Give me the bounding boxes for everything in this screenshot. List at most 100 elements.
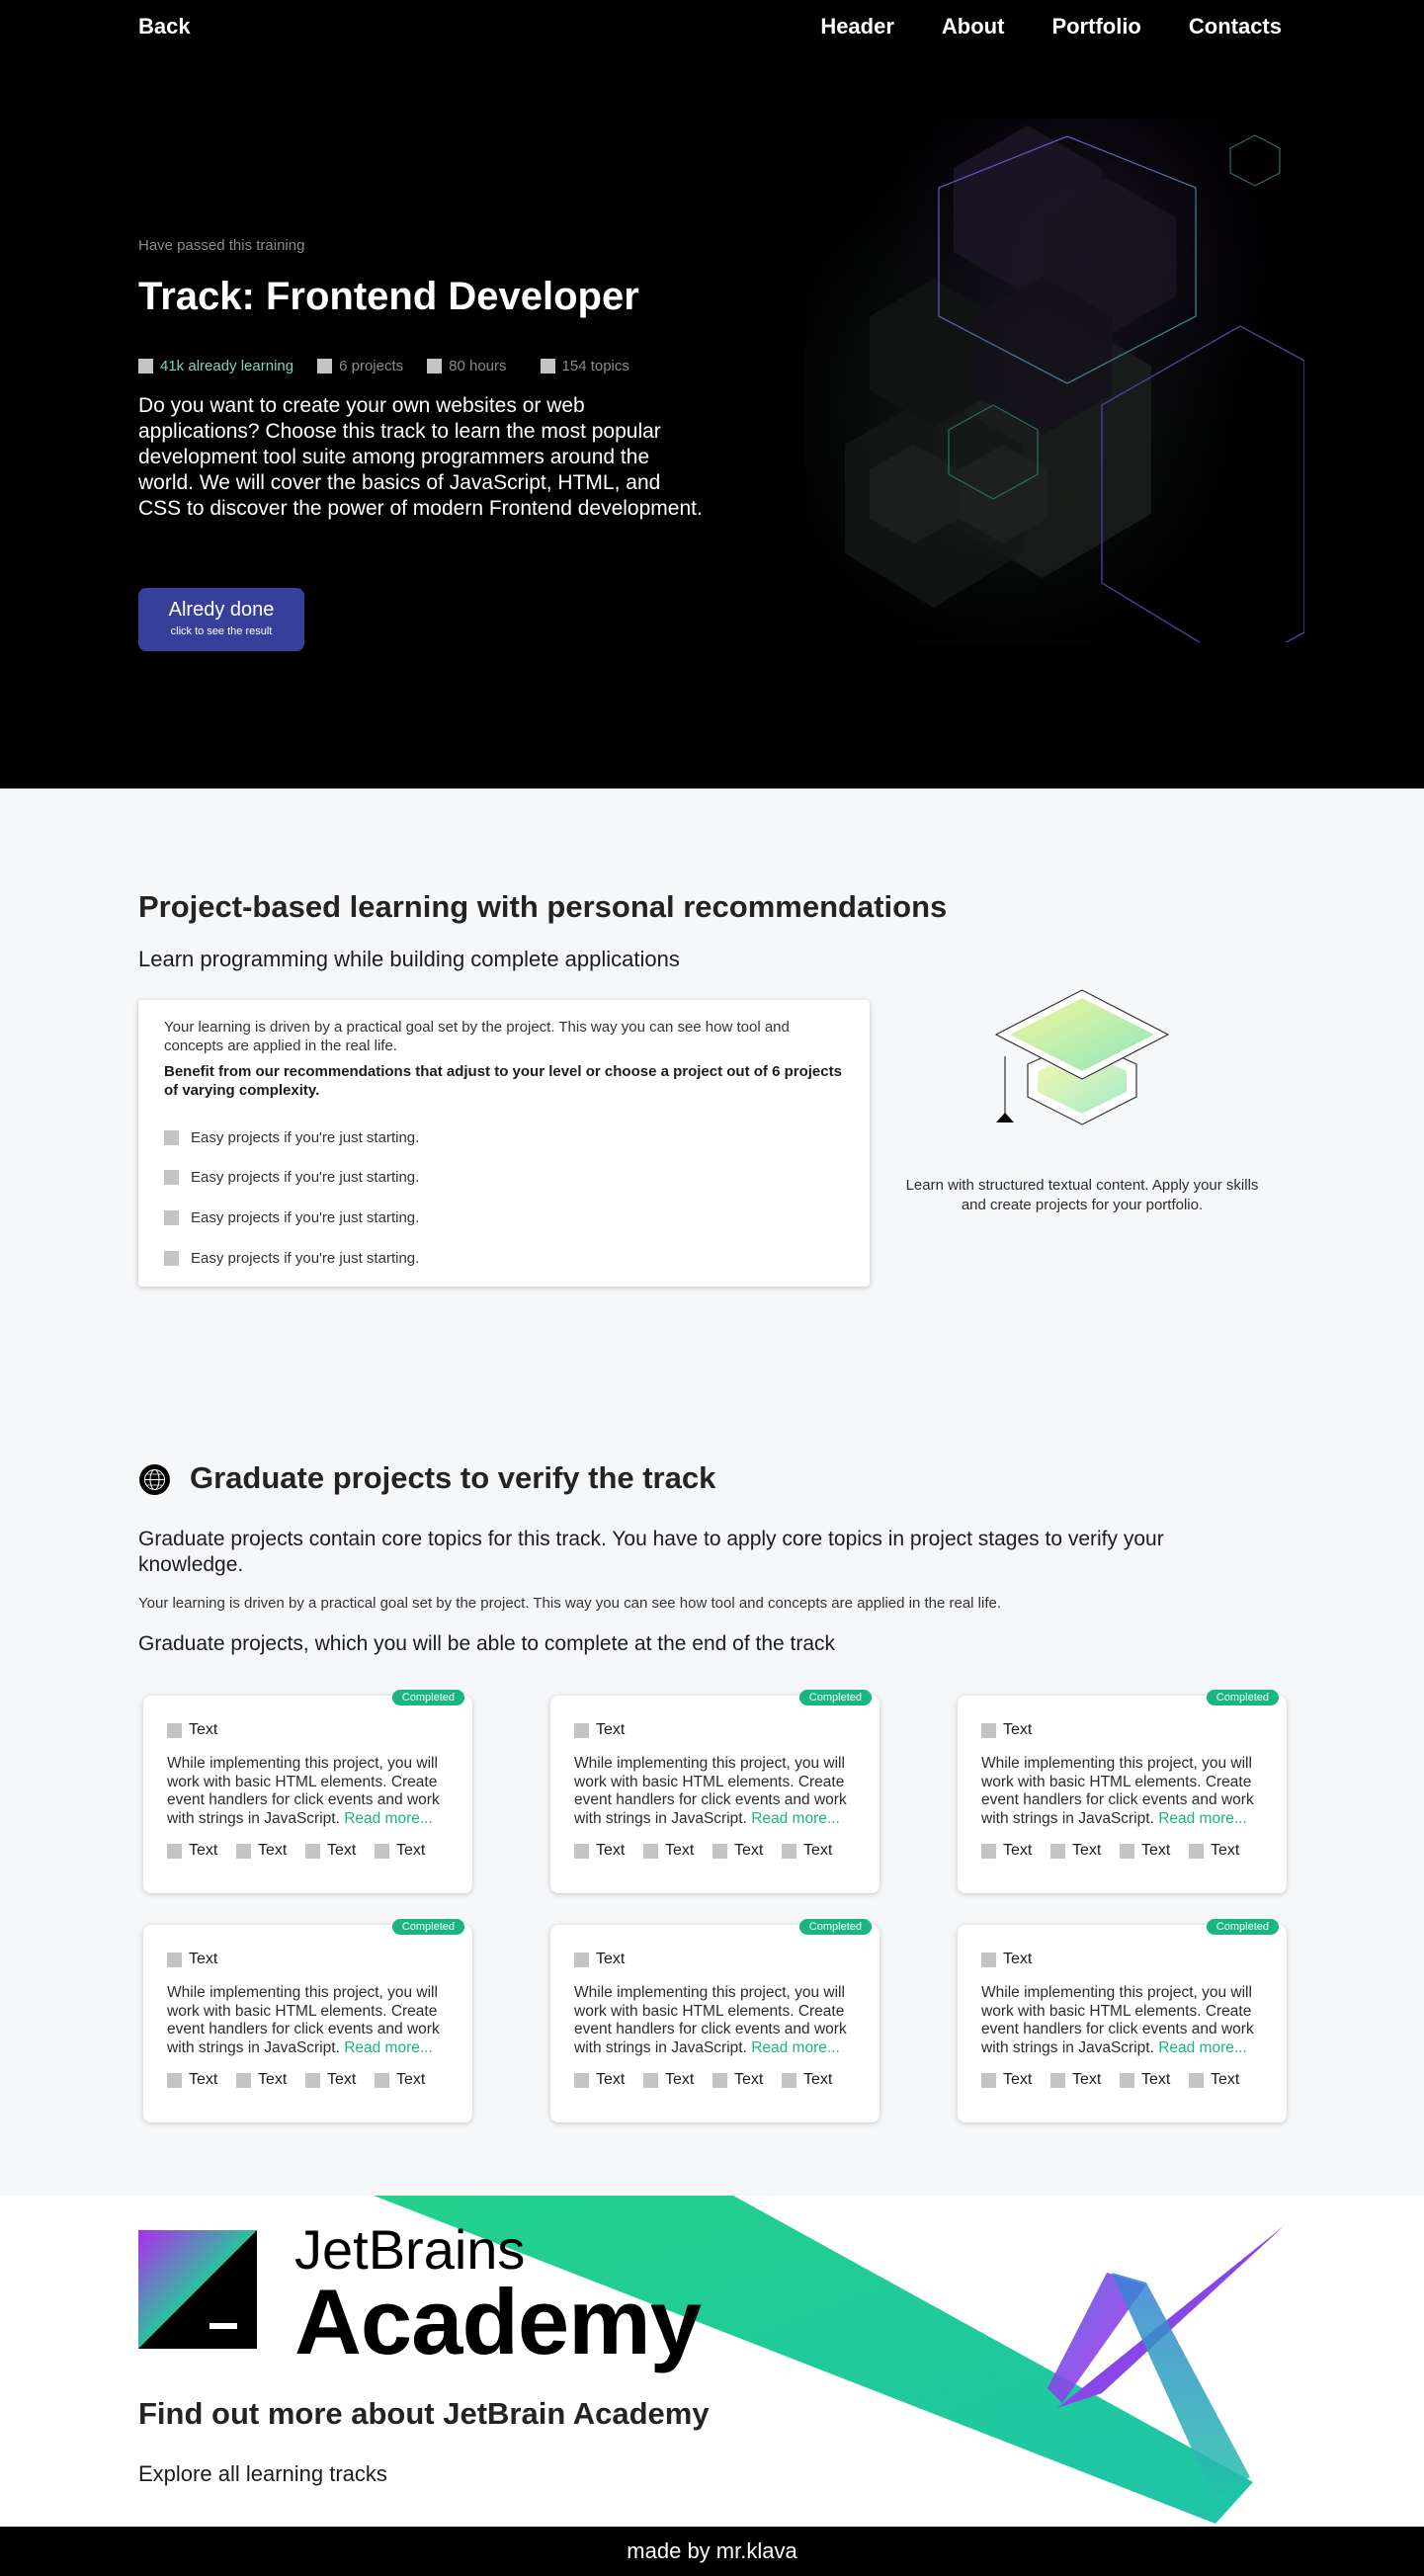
placeholder-icon [712, 1843, 727, 1859]
placeholder-icon [643, 2072, 658, 2088]
card-tag: Text [1050, 2071, 1110, 2089]
list-item-label: Easy projects if you're just starting. [191, 1128, 420, 1146]
stat-label: 6 projects [339, 358, 404, 374]
already-done-button[interactable]: Alredy done click to see the result [138, 588, 304, 651]
section-title: Graduate projects to verify the track [190, 1460, 716, 1495]
card-description: While implementing this project, you wil… [981, 1984, 1263, 2057]
academy-link[interactable]: Explore all learning tracks [138, 2461, 387, 2487]
placeholder-icon [236, 1843, 251, 1859]
project-card[interactable]: Completed Text While implementing this pro… [550, 1690, 880, 1893]
card-title: Text [189, 1721, 218, 1738]
card-tag: Text [236, 1842, 295, 1860]
list-item: Easy projects if you're just starting. [164, 1158, 844, 1199]
project-card[interactable]: Completed Text While implementing this pro… [550, 1919, 880, 2122]
nav-link-about[interactable]: About [942, 14, 1005, 40]
completed-badge: Completed [798, 1690, 872, 1705]
card-text: Your learning is driven by a practical g… [164, 1019, 790, 1054]
card-tag: Text [712, 2071, 772, 2089]
footer-credit: made by mr.klava [627, 2538, 797, 2563]
card-title: Text [596, 1721, 626, 1738]
card-tag: Text [574, 2071, 633, 2089]
completed-badge: Completed [391, 1919, 464, 1935]
read-more-link[interactable]: Read more... [344, 2039, 433, 2056]
read-more-link[interactable]: Read more... [1158, 1810, 1247, 1827]
card-tag: Text [1050, 1842, 1110, 1860]
nav-link-header[interactable]: Header [820, 14, 894, 40]
section-intro: Graduate projects contain core topics fo… [138, 1528, 1164, 1576]
placeholder-icon [305, 2072, 320, 2088]
project-card[interactable]: Completed Text While implementing this pro… [958, 1690, 1287, 1893]
placeholder-icon [782, 2072, 796, 2088]
placeholder-icon [981, 2072, 996, 2088]
card-header: Text [981, 1721, 1263, 1739]
placeholder-icon [375, 2072, 389, 2088]
stat-learners: 41k already learning [138, 358, 293, 374]
card-header: Text [574, 1951, 856, 1968]
list-item-label: Easy projects if you're just starting. [191, 1208, 420, 1226]
placeholder-icon [305, 1843, 320, 1859]
placeholder-icon [782, 1843, 796, 1859]
card-title: Text [1003, 1951, 1033, 1967]
nav-link-contacts[interactable]: Contacts [1189, 14, 1282, 40]
stat-label: 41k already learning [160, 358, 294, 374]
read-more-link[interactable]: Read more... [751, 2039, 840, 2056]
logo-wordmark-academy: Academy [294, 2270, 702, 2373]
placeholder-icon [540, 359, 555, 374]
card-title: Text [596, 1951, 626, 1967]
project-card[interactable]: Completed Text While implementing this pro… [143, 1919, 472, 2122]
tag-label: Text [1003, 2071, 1033, 2088]
placeholder-icon [138, 359, 153, 374]
completed-badge: Completed [1206, 1690, 1279, 1705]
placeholder-icon [574, 1843, 589, 1859]
globe-icon [139, 1464, 170, 1495]
card-tags: Text Text Text Text [167, 2071, 449, 2089]
back-link[interactable]: Back [138, 14, 191, 40]
tag-label: Text [665, 1842, 695, 1859]
info-card: Your learning is driven by a practical g… [138, 1000, 870, 1287]
hero-section: Back Header About Portfolio Contacts Hav… [0, 0, 1424, 789]
tag-label: Text [1003, 1842, 1033, 1859]
placeholder-icon [375, 1843, 389, 1859]
card-tags: Text Text Text Text [981, 2071, 1263, 2089]
tag-label: Text [734, 1842, 764, 1859]
feature-list: Easy projects if you're just starting. E… [164, 1118, 844, 1278]
section-note: Your learning is driven by a practical g… [138, 1595, 1002, 1612]
placeholder-icon [981, 1843, 996, 1859]
tag-label: Text [1211, 1842, 1240, 1859]
read-more-link[interactable]: Read more... [751, 1810, 840, 1827]
illustration-caption: Learn with structured textual content. A… [905, 1177, 1259, 1213]
tag-label: Text [665, 2071, 695, 2088]
card-tag: Text [643, 2071, 703, 2089]
tag-label: Text [1211, 2071, 1240, 2088]
completed-badge: Completed [391, 1690, 464, 1705]
section-lead: Graduate projects, which you will be abl… [138, 1632, 836, 1655]
project-card[interactable]: Completed Text While implementing this pro… [958, 1919, 1287, 2122]
card-description: While implementing this project, you wil… [574, 1755, 856, 1828]
card-tag: Text [375, 1842, 434, 1860]
hero-title: Track: Frontend Developer [138, 275, 639, 318]
read-more-link[interactable]: Read more... [1158, 2039, 1247, 2056]
placeholder-icon [164, 1209, 179, 1225]
list-item: Easy projects if you're just starting. [164, 1238, 844, 1279]
nav-link-portfolio[interactable]: Portfolio [1051, 14, 1140, 40]
placeholder-icon [236, 2072, 251, 2088]
graduation-cap-icon [994, 989, 1170, 1125]
placeholder-icon [574, 2072, 589, 2088]
placeholder-icon [712, 2072, 727, 2088]
stat-topics: 154 topics [540, 358, 629, 374]
card-header: Text [574, 1721, 856, 1739]
card-tags: Text Text Text Text [574, 2071, 856, 2089]
tag-label: Text [803, 2071, 833, 2088]
project-card[interactable]: Completed Text While implementing this pro… [143, 1690, 472, 1893]
hero-subtitle: Have passed this training [138, 237, 305, 254]
card-bold-text: Benefit from our recommendations that ad… [164, 1063, 842, 1099]
list-item: Easy projects if you're just starting. [164, 1198, 844, 1238]
placeholder-icon [1050, 2072, 1065, 2088]
card-tag: Text [1120, 1842, 1179, 1860]
placeholder-icon [1120, 1843, 1134, 1859]
card-tag: Text [981, 2071, 1041, 2089]
tag-label: Text [734, 2071, 764, 2088]
card-tag: Text [375, 2071, 434, 2089]
academy-title: Find out more about JetBrain Academy [138, 2396, 710, 2431]
read-more-link[interactable]: Read more... [344, 1810, 433, 1827]
